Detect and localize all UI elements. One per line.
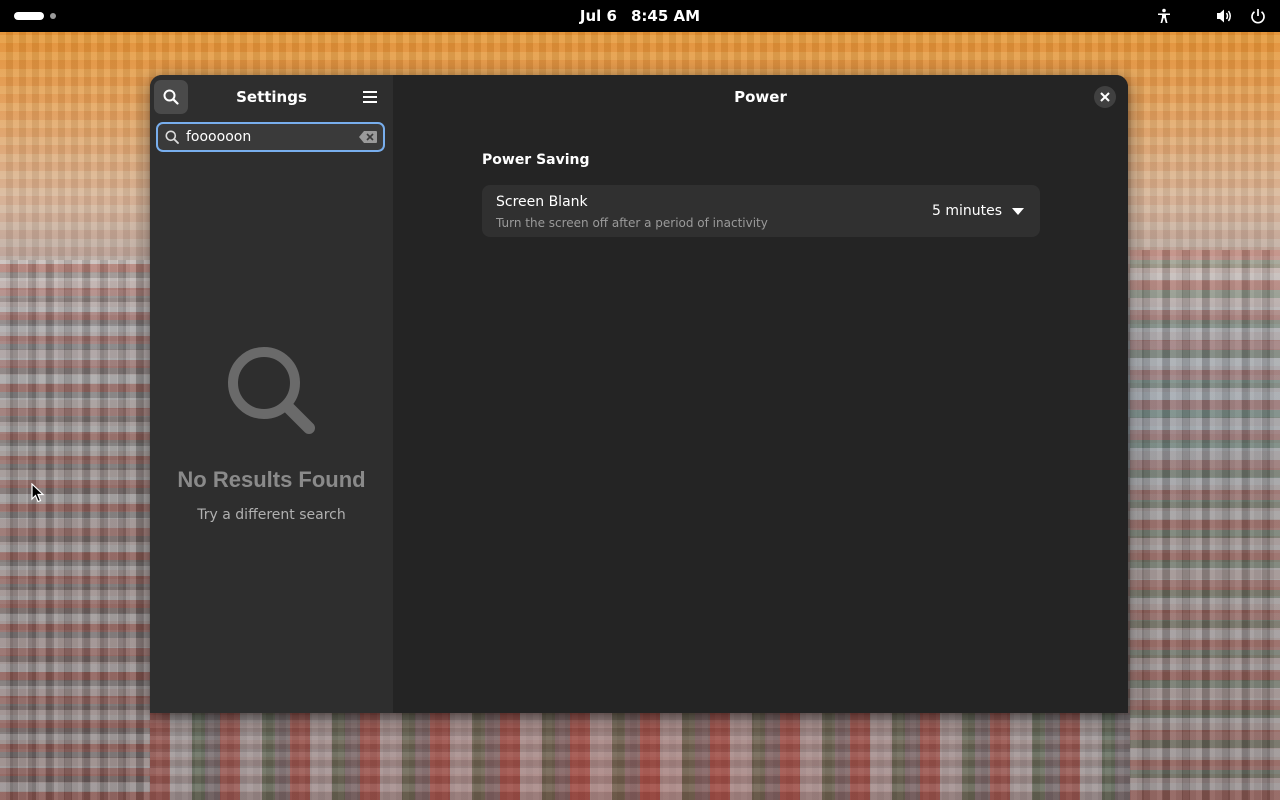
clear-search-icon[interactable]: [359, 131, 377, 143]
screen-blank-row[interactable]: Screen Blank Turn the screen off after a…: [482, 185, 1040, 237]
sidebar-title: Settings: [236, 88, 307, 106]
clock-date: Jul 6: [579, 7, 617, 25]
screen-blank-value: 5 minutes: [931, 203, 1002, 219]
search-icon: [163, 89, 179, 105]
clock-button[interactable]: Jul 6 8:45 AM: [0, 0, 1280, 32]
search-icon: [165, 130, 179, 144]
mouse-pointer-icon: [31, 483, 45, 503]
empty-state-subtitle: Try a different search: [197, 507, 346, 523]
screen-blank-dropdown[interactable]: 5 minutes: [932, 185, 1024, 237]
clock-time: 8:45 AM: [630, 7, 701, 25]
no-results-placeholder: No Results Found Try a different search: [150, 343, 393, 523]
main-menu-button[interactable]: [356, 84, 384, 110]
wallpaper-city-left: [0, 260, 150, 800]
sidebar-header: Settings: [150, 75, 393, 119]
top-bar: Jul 6 8:45 AM: [0, 0, 1280, 32]
empty-state-title: No Results Found: [177, 467, 366, 492]
settings-window: Settings foooooon No Results Found Try a…: [150, 75, 1128, 713]
page-title: Power: [734, 88, 787, 106]
wallpaper-city-right: [1130, 250, 1280, 800]
screen-blank-title: Screen Blank: [496, 194, 588, 210]
search-input[interactable]: [186, 126, 356, 148]
content-pane: Power Power Saving Screen Blank Turn the…: [393, 75, 1128, 713]
search-icon: [227, 347, 315, 434]
accessibility-icon[interactable]: [1156, 8, 1172, 24]
close-icon: [1100, 92, 1110, 102]
dropdown-arrow-icon: [1012, 207, 1024, 215]
wallpaper-city-bottom: [150, 713, 1130, 800]
power-icon[interactable]: [1250, 8, 1266, 24]
search-toggle-button[interactable]: [154, 80, 188, 114]
volume-icon[interactable]: [1216, 8, 1234, 24]
sidebar: Settings foooooon No Results Found Try a…: [150, 75, 393, 713]
close-button[interactable]: [1094, 86, 1116, 108]
screen-blank-subtitle: Turn the screen off after a period of in…: [496, 216, 768, 230]
hamburger-menu-icon: [363, 91, 377, 103]
power-saving-group-title: Power Saving: [482, 152, 590, 168]
search-field[interactable]: [156, 122, 385, 152]
